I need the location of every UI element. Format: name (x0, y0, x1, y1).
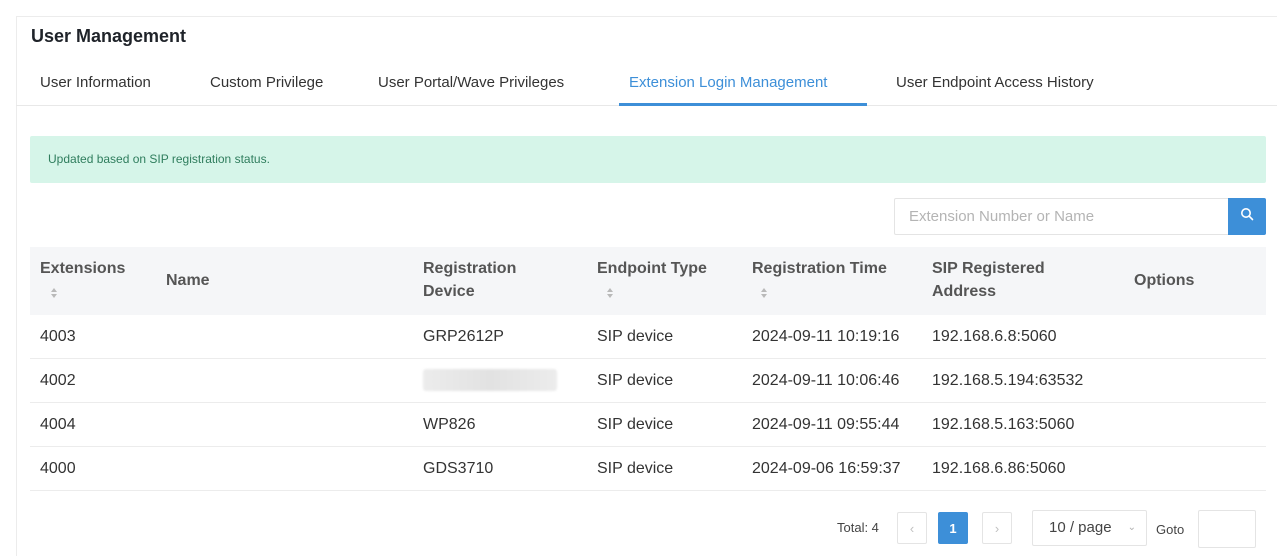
column-header-options: Options (1134, 272, 1195, 289)
page-size-select[interactable]: 10 / page ⌄ (1032, 510, 1147, 546)
cell-extension: 4004 (40, 416, 76, 433)
cell-sip-address: 192.168.6.8:5060 (932, 328, 1057, 345)
page-size-value: 10 / page (1049, 519, 1112, 536)
search-button[interactable] (1228, 198, 1266, 235)
pagination-page-1[interactable]: 1 (938, 512, 968, 544)
cell-extension: 4002 (40, 372, 76, 389)
redacted-registration-device (423, 369, 557, 391)
cell-registration-device: WP826 (423, 416, 476, 433)
cell-sip-address: 192.168.5.163:5060 (932, 416, 1075, 433)
goto-input[interactable] (1198, 510, 1256, 548)
search-input[interactable] (895, 199, 1229, 234)
cell-registration-time: 2024-09-06 16:59:37 (752, 460, 901, 477)
cell-endpoint-type: SIP device (597, 328, 674, 345)
chevron-down-icon: ⌄ (1127, 522, 1136, 533)
tab-extension-login-management[interactable]: Extension Login Management (629, 64, 827, 106)
column-header-endpoint-type[interactable]: Endpoint Type (597, 257, 707, 280)
table-row: 4000 GDS3710 SIP device 2024-09-06 16:59… (30, 447, 1266, 491)
sort-icon[interactable] (50, 287, 58, 299)
search-icon (1240, 207, 1254, 226)
info-alert: Updated based on SIP registration status… (30, 136, 1266, 183)
cell-sip-address: 192.168.6.86:5060 (932, 460, 1066, 477)
tab-user-endpoint-access-history[interactable]: User Endpoint Access History (896, 64, 1094, 106)
cell-registration-time: 2024-09-11 10:06:46 (752, 372, 900, 389)
column-header-registration-time[interactable]: Registration Time (752, 257, 887, 280)
cell-registration-time: 2024-09-11 10:19:16 (752, 328, 900, 345)
cell-endpoint-type: SIP device (597, 416, 674, 433)
cell-registration-time: 2024-09-11 09:55:44 (752, 416, 900, 433)
table-row: 4003 GRP2612P SIP device 2024-09-11 10:1… (30, 315, 1266, 359)
table-row: 4002 SIP device 2024-09-11 10:06:46 192.… (30, 359, 1266, 403)
cell-extension: 4000 (40, 460, 76, 477)
cell-registration-device: GRP2612P (423, 328, 504, 345)
cell-endpoint-type: SIP device (597, 372, 674, 389)
cell-sip-address: 192.168.5.194:63532 (932, 372, 1084, 389)
cell-endpoint-type: SIP device (597, 460, 674, 477)
tab-custom-privilege[interactable]: Custom Privilege (210, 64, 323, 106)
sort-icon[interactable] (606, 287, 614, 299)
pagination-total: Total: 4 (837, 520, 879, 535)
tab-user-information[interactable]: User Information (40, 64, 151, 106)
active-tab-indicator (619, 103, 867, 106)
column-header-extensions[interactable]: Extensions (40, 257, 125, 280)
goto-label: Goto (1156, 522, 1185, 537)
pagination-next-button[interactable]: › (982, 512, 1012, 544)
tab-user-portal-wave-privileges[interactable]: User Portal/Wave Privileges (378, 64, 564, 106)
pagination-prev-button[interactable]: ‹ (897, 512, 927, 544)
chevron-right-icon: › (994, 520, 1000, 536)
chevron-left-icon: ‹ (909, 520, 915, 536)
column-header-registration-device: Registration Device (423, 260, 517, 300)
table-header: Extensions Name Registration Device Endp… (30, 247, 1266, 315)
page-title: User Management (31, 26, 187, 46)
search-box (894, 198, 1266, 235)
table-row: 4004 WP826 SIP device 2024-09-11 09:55:4… (30, 403, 1266, 447)
cell-registration-device: GDS3710 (423, 460, 494, 477)
column-header-sip-registered-address: SIP Registered Address (932, 260, 1045, 300)
cell-extension: 4003 (40, 328, 76, 345)
sort-icon[interactable] (760, 287, 768, 299)
column-header-name: Name (166, 272, 210, 289)
